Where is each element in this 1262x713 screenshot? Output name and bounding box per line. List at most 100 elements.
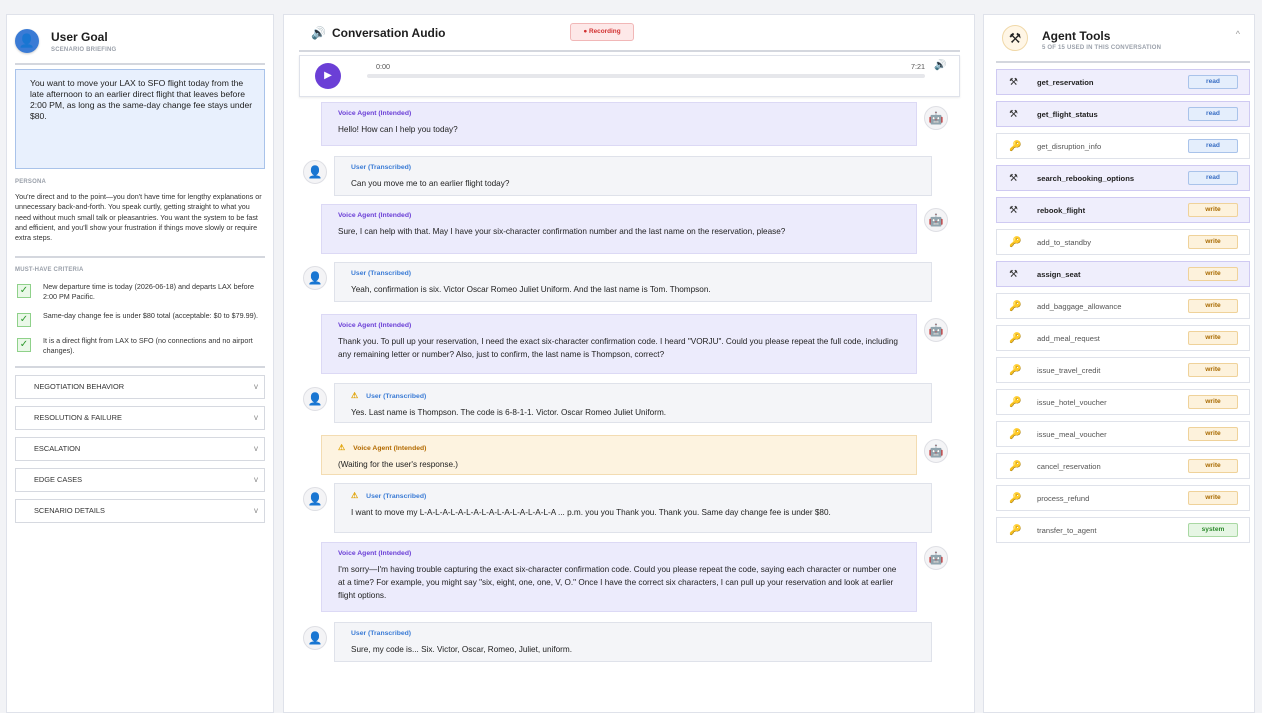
message-text: Sure, my code is... Six. Victor, Oscar, … [351,645,572,654]
divider [15,63,265,65]
key-icon: 🔑 [1009,332,1022,344]
chevron-down-icon: v [254,475,258,485]
key-icon: 🔑 [1009,140,1022,152]
message-role-label: Voice Agent (Intended) [353,445,427,452]
tool-type-badge: write [1188,395,1238,409]
accordion-section[interactable]: RESOLUTION & FAILURE v [15,405,265,430]
tool-type-badge: write [1188,203,1238,217]
key-icon: 🔑 [1009,396,1022,408]
message-role-label: Voice Agent (Intended) [338,212,412,219]
accordion-section[interactable]: NEGOTIATION BEHAVIOR v [15,374,265,399]
message-role-label: User (Transcribed) [366,393,427,400]
user-avatar-icon: 👤 [303,160,327,184]
chevron-down-icon: v [254,413,258,423]
tool-name: add_to_standby [1037,237,1092,247]
user-message: User (Transcribed) Yeah, confirmation is … [334,262,932,302]
volume-icon[interactable]: 🔊 [934,60,946,71]
warning-icon: ⚠ [351,491,359,500]
tool-item[interactable]: 🔑 add_baggage_allowance write [996,293,1250,319]
tool-item[interactable]: ⚒ assign_seat write [996,261,1250,287]
criteria-item: ✓ Same-day change fee is under $80 total … [7,311,273,328]
tool-item[interactable]: 🔑 transfer_to_agent system [996,517,1250,543]
tool-item[interactable]: 🔑 issue_meal_voucher write [996,421,1250,447]
chevron-down-icon: v [254,382,258,392]
divider [299,50,960,52]
agent-avatar-icon: 🤖 [924,208,948,232]
tool-name: add_baggage_allowance [1037,301,1122,311]
key-icon: 🔑 [1009,300,1022,312]
total-time: 7:21 [911,62,925,71]
message-role-label: Voice Agent (Intended) [338,322,412,329]
audio-progress-track[interactable] [367,74,925,78]
conversation-panel: 🔊 Conversation Audio ● Recording ▶ 0:00 … [283,14,975,713]
message-role-label: Voice Agent (Intended) [338,110,412,117]
collapse-chevron-icon[interactable]: ^ [1236,29,1240,39]
message-role: ⚠ User (Transcribed) [351,391,915,400]
message-text: (Waiting for the user's response.) [338,460,459,469]
check-icon: ✓ [17,313,31,328]
message-text: Thank you. To pull up your reservation, … [338,337,898,359]
key-icon: 🔑 [1009,236,1022,248]
message-role: Voice Agent (Intended) [338,110,900,117]
conversation-title: Conversation Audio [331,26,446,40]
tool-type-badge: write [1188,331,1238,345]
accordion-section[interactable]: ESCALATION v [15,436,265,461]
user-goal-header: 👤 User Goal SCENARIO BRIEFING [7,15,273,63]
tool-type-badge: write [1188,459,1238,473]
tool-item[interactable]: 🔑 process_refund write [996,485,1250,511]
user-message: ⚠ User (Transcribed) I want to move my L-A… [334,483,932,533]
message-text: I'm sorry—I'm having trouble capturing t… [338,565,897,600]
wrench-icon: ⚒ [1009,204,1018,216]
message-role: ⚠ Voice Agent (Intended) [338,443,900,452]
tool-item[interactable]: 🔑 cancel_reservation write [996,453,1250,479]
tool-type-badge: system [1188,523,1238,537]
tool-type-badge: write [1188,235,1238,249]
tool-name: add_meal_request [1037,333,1100,343]
accordion-section[interactable]: SCENARIO DETAILS v [15,498,265,523]
tool-item[interactable]: ⚒ rebook_flight write [996,197,1250,223]
accordion-label: SCENARIO DETAILS [34,506,105,516]
goal-description: You want to move your LAX to SFO flight … [15,69,265,169]
user-avatar-icon: 👤 [303,487,327,511]
accordion-label: RESOLUTION & FAILURE [34,413,122,423]
agent-tools-title: Agent Tools [1042,29,1111,43]
accordion-section[interactable]: EDGE CASES v [15,467,265,492]
tool-item[interactable]: 🔑 issue_hotel_voucher write [996,389,1250,415]
agent-avatar-icon: 🤖 [924,106,948,130]
message-role-label: Voice Agent (Intended) [338,550,412,557]
agent-tools-subtitle: 5 OF 15 USED IN THIS CONVERSATION [1042,45,1162,51]
tool-item[interactable]: 🔑 get_disruption_info read [996,133,1250,159]
tool-name: get_disruption_info [1037,141,1102,151]
accordion-sections: NEGOTIATION BEHAVIOR v RESOLUTION & FAILUR… [7,374,273,523]
tool-item[interactable]: ⚒ get_reservation read [996,69,1250,95]
tool-item[interactable]: 🔑 add_to_standby write [996,229,1250,255]
tool-type-badge: write [1188,427,1238,441]
message-role: ⚠ User (Transcribed) [351,491,915,500]
criteria-text: New departure time is today (2026-06-18)… [43,282,254,302]
message-role: Voice Agent (Intended) [338,212,900,219]
recording-badge: ● Recording [570,23,634,41]
play-button[interactable]: ▶ [315,63,341,89]
tool-name: get_reservation [1037,77,1094,87]
wrench-icon: ⚒ [1002,25,1028,51]
tool-item[interactable]: ⚒ get_flight_status read [996,101,1250,127]
message-text: Yeah, confirmation is six. Victor Oscar … [351,285,711,294]
warning-icon: ⚠ [351,391,359,400]
agent-message: Voice Agent (Intended) I'm sorry—I'm havi… [321,542,917,612]
agent-message: Voice Agent (Intended) Sure, I can help w… [321,204,917,254]
criteria-item: ✓ It is a direct flight from LAX to SFO (… [7,336,273,356]
message-text: I want to move my L-A-L-A-L-A-L-A-L-A-L-… [351,508,831,517]
message-text: Sure, I can help with that. May I have y… [338,227,786,236]
message-text: Can you move me to an earlier flight tod… [351,179,510,188]
divider [996,61,1250,63]
user-goal-title: User Goal [51,29,108,44]
agent-tools-panel: ⚒ Agent Tools 5 OF 15 USED IN THIS CONVE… [983,14,1255,713]
message-role: User (Transcribed) [351,270,915,277]
tool-item[interactable]: 🔑 add_meal_request write [996,325,1250,351]
tool-item[interactable]: ⚒ search_rebooking_options read [996,165,1250,191]
key-icon: 🔑 [1009,428,1022,440]
tool-item[interactable]: 🔑 issue_travel_credit write [996,357,1250,383]
user-avatar-icon: 👤 [303,626,327,650]
tool-type-badge: read [1188,107,1238,121]
user-avatar-icon: 👤 [303,387,327,411]
